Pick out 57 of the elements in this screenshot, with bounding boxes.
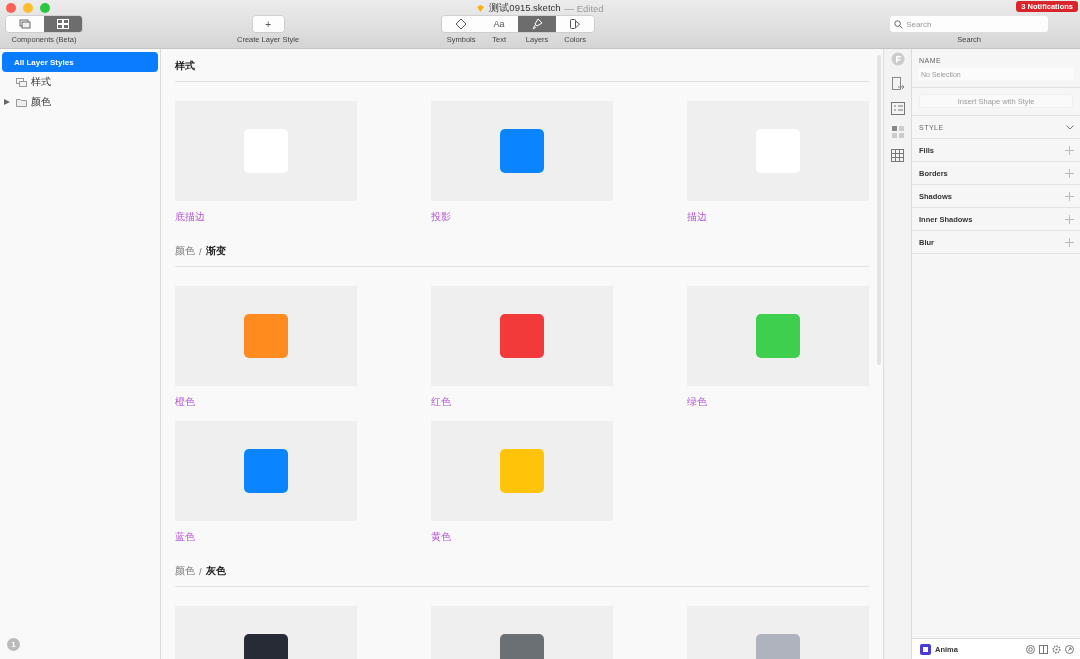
section-path: 颜色 (175, 564, 195, 578)
style-icon[interactable] (890, 52, 905, 66)
path-separator: / (199, 565, 202, 577)
zoom-button[interactable] (40, 3, 50, 13)
sidebar-item[interactable]: 样式 (2, 72, 158, 92)
path-separator: / (199, 245, 202, 257)
sidebar-item[interactable]: All Layer Styles (2, 52, 158, 72)
section-title: 灰色 (205, 564, 226, 578)
plugin-logo-icon (920, 643, 931, 655)
edited-status: — Edited (564, 2, 604, 14)
add-icon[interactable] (1065, 214, 1074, 224)
add-icon[interactable] (1065, 237, 1074, 247)
sidebar-item[interactable]: 颜色 (2, 92, 158, 112)
style-name: 绿色 (687, 396, 707, 407)
layer-style-icon (16, 77, 27, 87)
settings-icon[interactable] (1052, 644, 1061, 654)
style-name: 橙色 (175, 396, 195, 407)
view-toggle[interactable] (6, 16, 44, 32)
search-icon (894, 19, 904, 29)
style-name: 蓝色 (175, 531, 195, 542)
window-title: 测试0915.sketch (489, 1, 561, 15)
section-title: 样式 (175, 59, 195, 73)
style-name: 黄色 (431, 531, 451, 542)
close-button[interactable] (6, 3, 16, 13)
add-icon[interactable] (1065, 145, 1074, 155)
diamond-icon (455, 18, 468, 30)
style-name: 红色 (431, 396, 451, 407)
brush-icon (531, 18, 544, 30)
grid-icon[interactable] (891, 126, 904, 138)
style-name: 描边 (687, 211, 707, 222)
add-icon[interactable] (1065, 168, 1074, 178)
list-icon[interactable] (890, 102, 905, 115)
export-icon[interactable] (890, 77, 905, 91)
toolbar-tab[interactable] (518, 16, 557, 32)
target-icon[interactable] (1026, 644, 1035, 654)
expand-icon[interactable] (1065, 644, 1074, 654)
toolbar-tab[interactable] (442, 16, 481, 32)
create-button[interactable]: + (252, 16, 284, 32)
layers-icon (19, 19, 31, 29)
folder-icon (16, 97, 27, 107)
add-icon[interactable] (1065, 191, 1074, 201)
table-icon[interactable] (891, 149, 904, 162)
grid-icon (57, 19, 69, 29)
search-input[interactable]: Search (906, 19, 1037, 29)
section-path: 颜色 (175, 244, 195, 258)
swatch-book-icon (569, 18, 582, 30)
panel-icon[interactable] (1039, 644, 1048, 654)
toolbar-tab[interactable] (556, 16, 595, 32)
chevron-down-icon[interactable] (1066, 124, 1074, 130)
section-title: 渐变 (205, 244, 226, 258)
search-field[interactable]: Search (890, 16, 1049, 32)
document-icon (476, 3, 486, 13)
view-toggle[interactable] (44, 16, 82, 32)
disclosure-triangle-icon[interactable] (4, 99, 10, 105)
style-name: 底描边 (175, 211, 205, 222)
toolbar-tab[interactable]: Aa (480, 16, 519, 32)
style-name: 投影 (431, 211, 451, 222)
